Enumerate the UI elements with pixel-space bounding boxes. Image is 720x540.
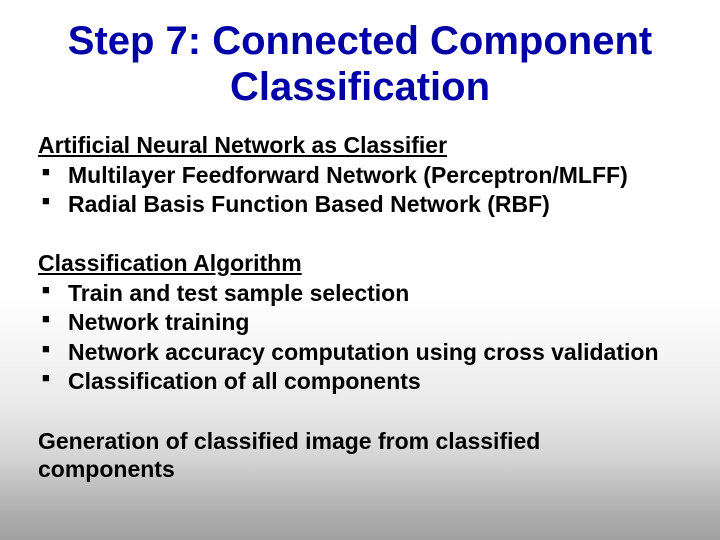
footer-text: Generation of classified image from clas… [38,427,682,485]
classifier-list: Multilayer Feedforward Network (Perceptr… [38,161,682,220]
list-item: Network accuracy computation using cross… [38,338,682,367]
slide-title: Step 7: Connected Component Classificati… [38,18,682,110]
list-item: Classification of all components [38,367,682,396]
list-item: Radial Basis Function Based Network (RBF… [38,190,682,219]
list-item: Multilayer Feedforward Network (Perceptr… [38,161,682,190]
section-heading-algorithm: Classification Algorithm [38,250,682,277]
list-item: Network training [38,308,682,337]
section-heading-classifier: Artificial Neural Network as Classifier [38,132,682,159]
slide: Step 7: Connected Component Classificati… [0,0,720,540]
list-item: Train and test sample selection [38,279,682,308]
algorithm-list: Train and test sample selection Network … [38,279,682,397]
